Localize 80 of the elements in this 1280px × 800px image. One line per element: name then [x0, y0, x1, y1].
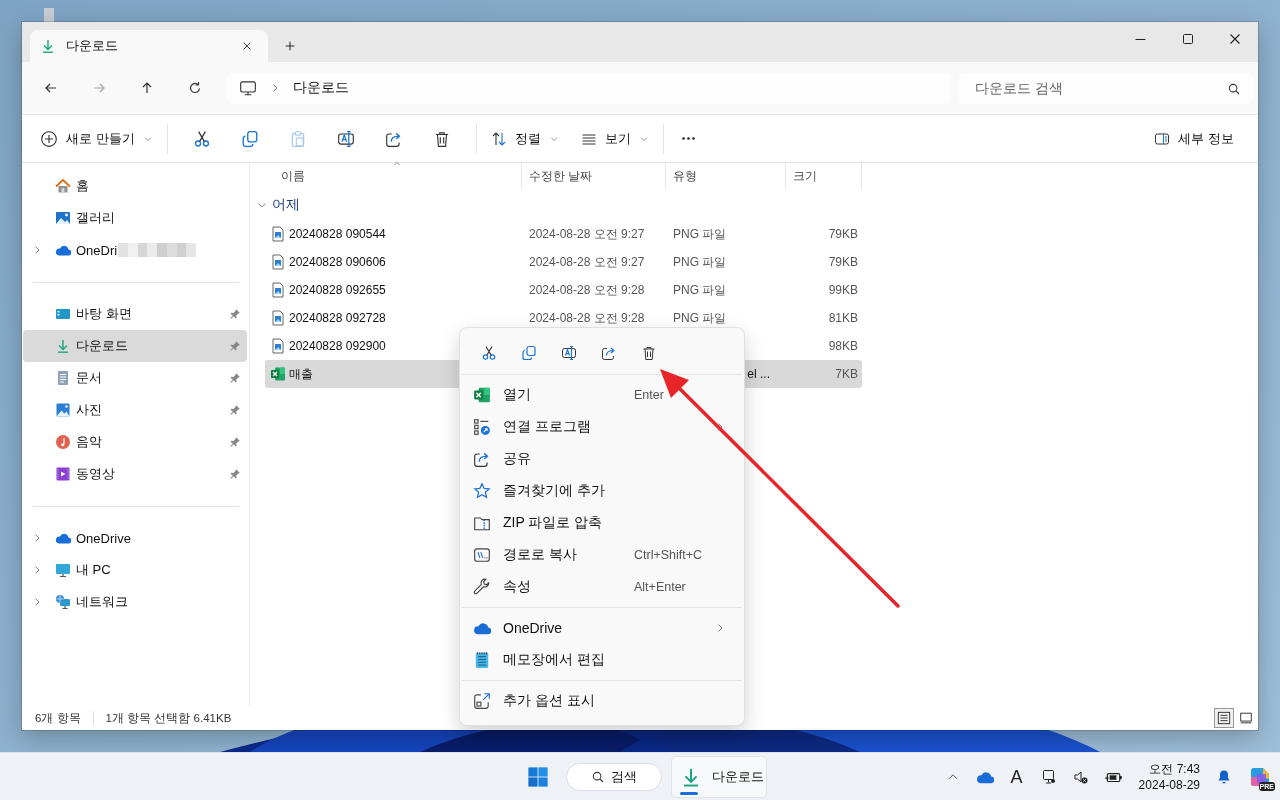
menu-item[interactable]: 연결 프로그램: [464, 411, 740, 443]
view-button[interactable]: 보기: [576, 122, 653, 155]
sidebar-label: 음악: [76, 433, 102, 451]
column-header[interactable]: 수정한 날짜: [522, 163, 666, 190]
menu-item[interactable]: 메모장에서 편집: [464, 644, 740, 676]
sidebar-label: 다운로드: [76, 337, 128, 355]
column-header[interactable]: 유형: [666, 163, 786, 190]
menu-item[interactable]: 즐겨찾기에 추가: [464, 475, 740, 507]
sort-button[interactable]: 정렬: [486, 122, 563, 155]
file-type: PNG 파일: [673, 225, 727, 243]
shortcut-hint: Ctrl+Shift+C: [634, 548, 704, 562]
menu-item[interactable]: 경로로 복사 Ctrl+Shift+C: [464, 539, 740, 571]
file-size: 79KB: [828, 227, 858, 241]
sidebar-item[interactable]: 다운로드: [23, 330, 247, 362]
file-row[interactable]: 20240828 090544 2024-08-28 오전 9:27 PNG 파일 79KB: [265, 220, 862, 248]
selection-info: 1개 항목 선택함 6.41KB: [105, 710, 232, 726]
group-header[interactable]: 어제: [256, 190, 1258, 220]
sidebar-label: 내 PC: [76, 561, 111, 579]
file-size: 81KB: [828, 311, 858, 325]
modified-date: 2024-08-28 오전 9:27: [529, 225, 645, 243]
file-type: PNG 파일: [673, 253, 727, 271]
item-count: 6개 항목: [35, 710, 81, 726]
modified-date: 2024-08-28 오전 9:28: [529, 309, 645, 327]
sidebar-label: 갤러리: [76, 209, 115, 227]
modified-date: 2024-08-28 오전 9:27: [529, 253, 645, 271]
file-size: 79KB: [828, 255, 858, 269]
address-bar[interactable]: 다운로드: [227, 72, 951, 104]
new-button[interactable]: 새로 만들기: [36, 122, 157, 155]
sidebar-item[interactable]: 홈: [23, 170, 247, 202]
menu-item[interactable]: OneDrive: [464, 612, 740, 644]
file-name: 20240828 092728: [289, 311, 386, 325]
column-header[interactable]: 크기: [786, 163, 862, 190]
search-field[interactable]: 다운로드 검색: [959, 72, 1253, 104]
sidebar-label: 동영상: [76, 465, 115, 483]
file-size: 99KB: [828, 283, 858, 297]
file-size: 7KB: [835, 367, 858, 381]
sidebar-item[interactable]: 갤러리: [23, 202, 247, 234]
file-name: 20240828 090544: [289, 227, 386, 241]
shortcut-hint: Enter: [634, 388, 665, 402]
menu-item[interactable]: 공유: [464, 443, 740, 475]
sidebar-item[interactable]: OneDrive: [23, 522, 247, 554]
file-name: 매출: [289, 365, 313, 383]
sidebar-item[interactable]: 사진: [23, 394, 247, 426]
breadcrumb[interactable]: 다운로드: [293, 79, 349, 97]
file-size: 98KB: [828, 339, 858, 353]
file-row[interactable]: 20240828 090606 2024-08-28 오전 9:27 PNG 파일 79KB: [265, 248, 862, 276]
menu-item[interactable]: ZIP 파일로 압축: [464, 507, 740, 539]
sidebar-label: 네트워크: [76, 593, 128, 611]
file-type: PNG 파일: [673, 281, 727, 299]
sidebar-label: OneDrive: [76, 530, 131, 546]
file-name: 20240828 090606: [289, 255, 386, 269]
details-pane-button[interactable]: 세부 정보: [1150, 122, 1238, 155]
sidebar-label: 홈: [76, 177, 89, 195]
file-name: 20240828 092900: [289, 339, 386, 353]
menu-item[interactable]: 속성 Alt+Enter: [464, 571, 740, 603]
tab[interactable]: 다운로드: [30, 30, 268, 62]
file-type: PNG 파일: [673, 309, 727, 327]
tab-label: 다운로드: [66, 37, 119, 55]
sidebar-item[interactable]: 동영상: [23, 458, 247, 490]
sidebar-item[interactable]: OneDri: [23, 234, 247, 266]
input-method-indicator[interactable]: A: [1000, 766, 1033, 788]
sidebar-item[interactable]: 문서: [23, 362, 247, 394]
sidebar-label: 사진: [76, 401, 102, 419]
shortcut-hint: Alt+Enter: [634, 580, 687, 594]
sidebar-item[interactable]: 내 PC: [23, 554, 247, 586]
sidebar-item[interactable]: 네트워크: [23, 586, 247, 618]
sidebar-label: OneDri: [76, 242, 118, 258]
taskbar-app[interactable]: 다운로드: [672, 757, 766, 797]
column-header[interactable]: 이름: [265, 163, 522, 190]
menu-item[interactable]: 추가 옵션 표시: [464, 685, 740, 717]
sidebar-label: 문서: [76, 369, 102, 387]
sidebar-item[interactable]: 바탕 화면: [23, 298, 247, 330]
search-button[interactable]: 검색: [566, 763, 662, 791]
modified-date: 2024-08-28 오전 9:28: [529, 281, 645, 299]
sidebar-item[interactable]: 음악: [23, 426, 247, 458]
sidebar-label: 바탕 화면: [76, 305, 132, 323]
file-name: 20240828 092655: [289, 283, 386, 297]
clock[interactable]: 오전 7:43 2024-08-29: [1138, 761, 1200, 793]
file-row[interactable]: 20240828 092655 2024-08-28 오전 9:28 PNG 파일 99KB: [265, 276, 862, 304]
file-type: el ...: [747, 367, 770, 381]
